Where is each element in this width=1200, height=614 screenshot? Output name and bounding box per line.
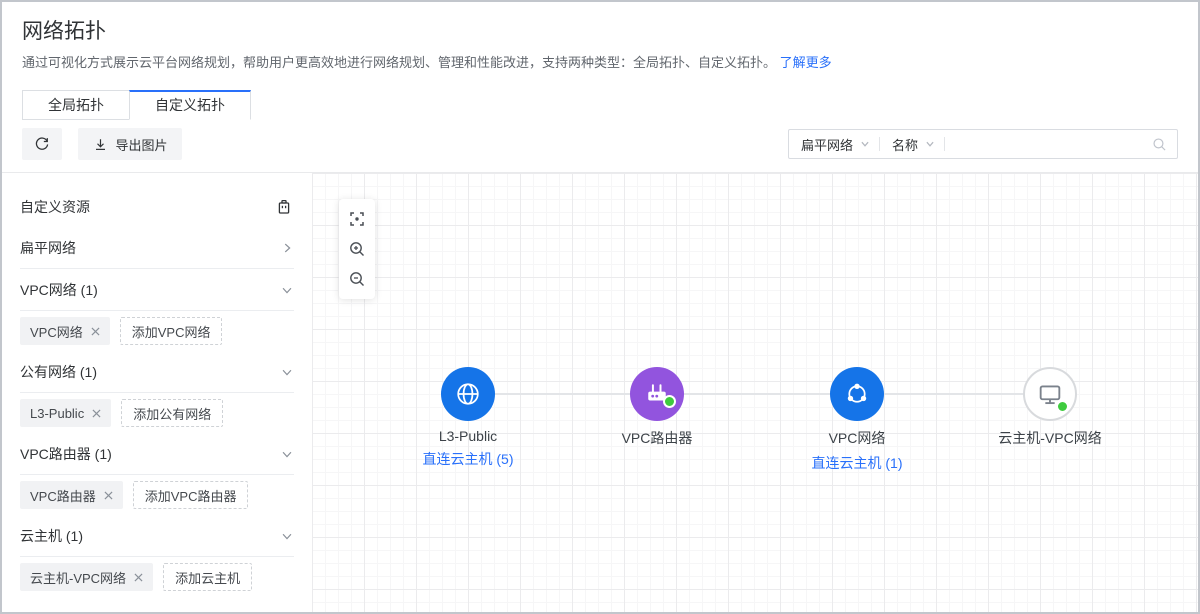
chevron-down-icon [857, 136, 873, 152]
chevron-down-icon [280, 365, 294, 379]
remove-tag-icon[interactable] [92, 409, 101, 418]
search-input[interactable] [945, 131, 1151, 157]
node-vm-instance[interactable]: 云主机-VPC网络 [965, 367, 1135, 448]
node-label: 云主机-VPC网络 [998, 428, 1101, 448]
remove-tag-icon[interactable] [91, 327, 100, 336]
download-icon [93, 137, 108, 152]
resource-type-value: 扁平网络 [801, 135, 853, 154]
fit-view-button[interactable] [339, 204, 375, 234]
search-field-select[interactable]: 名称 [880, 135, 944, 154]
topology-canvas[interactable]: L3-Public 直连云主机 (5) VPC路由器 VPC网络 直连云主机 (… [312, 173, 1198, 612]
add-vpc-network-button[interactable]: 添加VPC网络 [120, 317, 223, 345]
tab-custom-topology[interactable]: 自定义拓扑 [129, 90, 251, 120]
tag-row-vm: 云主机-VPC网络 添加云主机 [20, 563, 294, 591]
chevron-down-icon [280, 447, 294, 461]
learn-more-link[interactable]: 了解更多 [780, 55, 832, 70]
refresh-button[interactable] [22, 128, 62, 160]
search-field-value: 名称 [892, 135, 918, 154]
node-label: VPC路由器 [622, 428, 693, 448]
add-vm-button[interactable]: 添加云主机 [163, 563, 252, 591]
node-label: VPC网络 [829, 428, 886, 448]
status-dot-running [1056, 400, 1069, 413]
clear-resources-button[interactable] [274, 197, 294, 217]
zoom-control-panel [339, 199, 375, 299]
resource-tag: 云主机-VPC网络 [20, 563, 153, 591]
sidebar-section-vpc-network[interactable]: VPC网络 (1) [20, 269, 294, 311]
chevron-down-icon [280, 283, 294, 297]
connected-vm-link[interactable]: 直连云主机 (1) [812, 453, 903, 473]
resource-tag: VPC路由器 [20, 481, 123, 509]
tag-row-vpc-network: VPC网络 添加VPC网络 [20, 317, 294, 345]
sidebar-section-flat-network[interactable]: 扁平网络 [20, 227, 294, 269]
network-topology-page: 网络拓扑 通过可视化方式展示云平台网络规划，帮助用户更高效地进行网络规划、管理和… [0, 0, 1200, 614]
custom-resource-sidebar: 自定义资源 扁平网络 VPC网络 (1) VPC网络 [2, 173, 312, 612]
page-description-text: 通过可视化方式展示云平台网络规划，帮助用户更高效地进行网络规划、管理和性能改进，… [22, 55, 776, 70]
topology-tabs: 全局拓扑 自定义拓扑 [22, 90, 251, 120]
zoom-out-icon [348, 270, 366, 288]
zoom-in-icon [348, 240, 366, 258]
node-vpc-router[interactable]: VPC路由器 [572, 367, 742, 448]
toolbar: 导出图片 扁平网络 名称 [22, 128, 1178, 160]
page-description: 通过可视化方式展示云平台网络规划，帮助用户更高效地进行网络规划、管理和性能改进，… [22, 52, 832, 71]
vpc-network-node-circle[interactable] [830, 367, 884, 421]
sidebar-header-label: 自定义资源 [20, 197, 90, 217]
node-l3-public[interactable]: L3-Public 直连云主机 (5) [383, 367, 553, 469]
add-public-network-button[interactable]: 添加公有网络 [121, 399, 223, 427]
search-icon[interactable] [1151, 136, 1177, 153]
network-share-icon [843, 380, 871, 408]
refresh-icon [34, 136, 50, 152]
node-label: L3-Public [439, 428, 497, 444]
remove-tag-icon[interactable] [104, 491, 113, 500]
sidebar-header: 自定义资源 [20, 193, 294, 221]
export-image-label: 导出图片 [115, 135, 167, 154]
export-image-button[interactable]: 导出图片 [78, 128, 182, 160]
fit-view-icon [348, 210, 366, 228]
tag-row-vpc-router: VPC路由器 添加VPC路由器 [20, 481, 294, 509]
zoom-in-button[interactable] [339, 234, 375, 264]
trash-icon [276, 199, 292, 215]
page-title: 网络拓扑 [22, 15, 106, 45]
chevron-right-icon [280, 241, 294, 255]
resource-type-select[interactable]: 扁平网络 [789, 135, 879, 154]
vpc-router-node-circle[interactable] [630, 367, 684, 421]
resource-tag: L3-Public [20, 399, 111, 427]
connected-vm-link[interactable]: 直连云主机 (5) [423, 449, 514, 469]
public-network-node-circle[interactable] [441, 367, 495, 421]
tab-global-topology[interactable]: 全局拓扑 [22, 90, 130, 120]
globe-icon [454, 380, 482, 408]
node-vpc-network[interactable]: VPC网络 直连云主机 (1) [772, 367, 942, 473]
resource-tag: VPC网络 [20, 317, 110, 345]
sidebar-section-public-network[interactable]: 公有网络 (1) [20, 351, 294, 393]
sidebar-section-vm[interactable]: 云主机 (1) [20, 515, 294, 557]
vm-node-circle[interactable] [1023, 367, 1077, 421]
zoom-out-button[interactable] [339, 264, 375, 294]
status-dot-running [663, 395, 676, 408]
add-vpc-router-button[interactable]: 添加VPC路由器 [133, 481, 249, 509]
chevron-down-icon [922, 136, 938, 152]
topology-edge [468, 393, 1050, 395]
chevron-down-icon [280, 529, 294, 543]
tag-row-public-network: L3-Public 添加公有网络 [20, 399, 294, 427]
remove-tag-icon[interactable] [134, 573, 143, 582]
filter-search-group: 扁平网络 名称 [788, 129, 1178, 159]
sidebar-section-vpc-router[interactable]: VPC路由器 (1) [20, 433, 294, 475]
